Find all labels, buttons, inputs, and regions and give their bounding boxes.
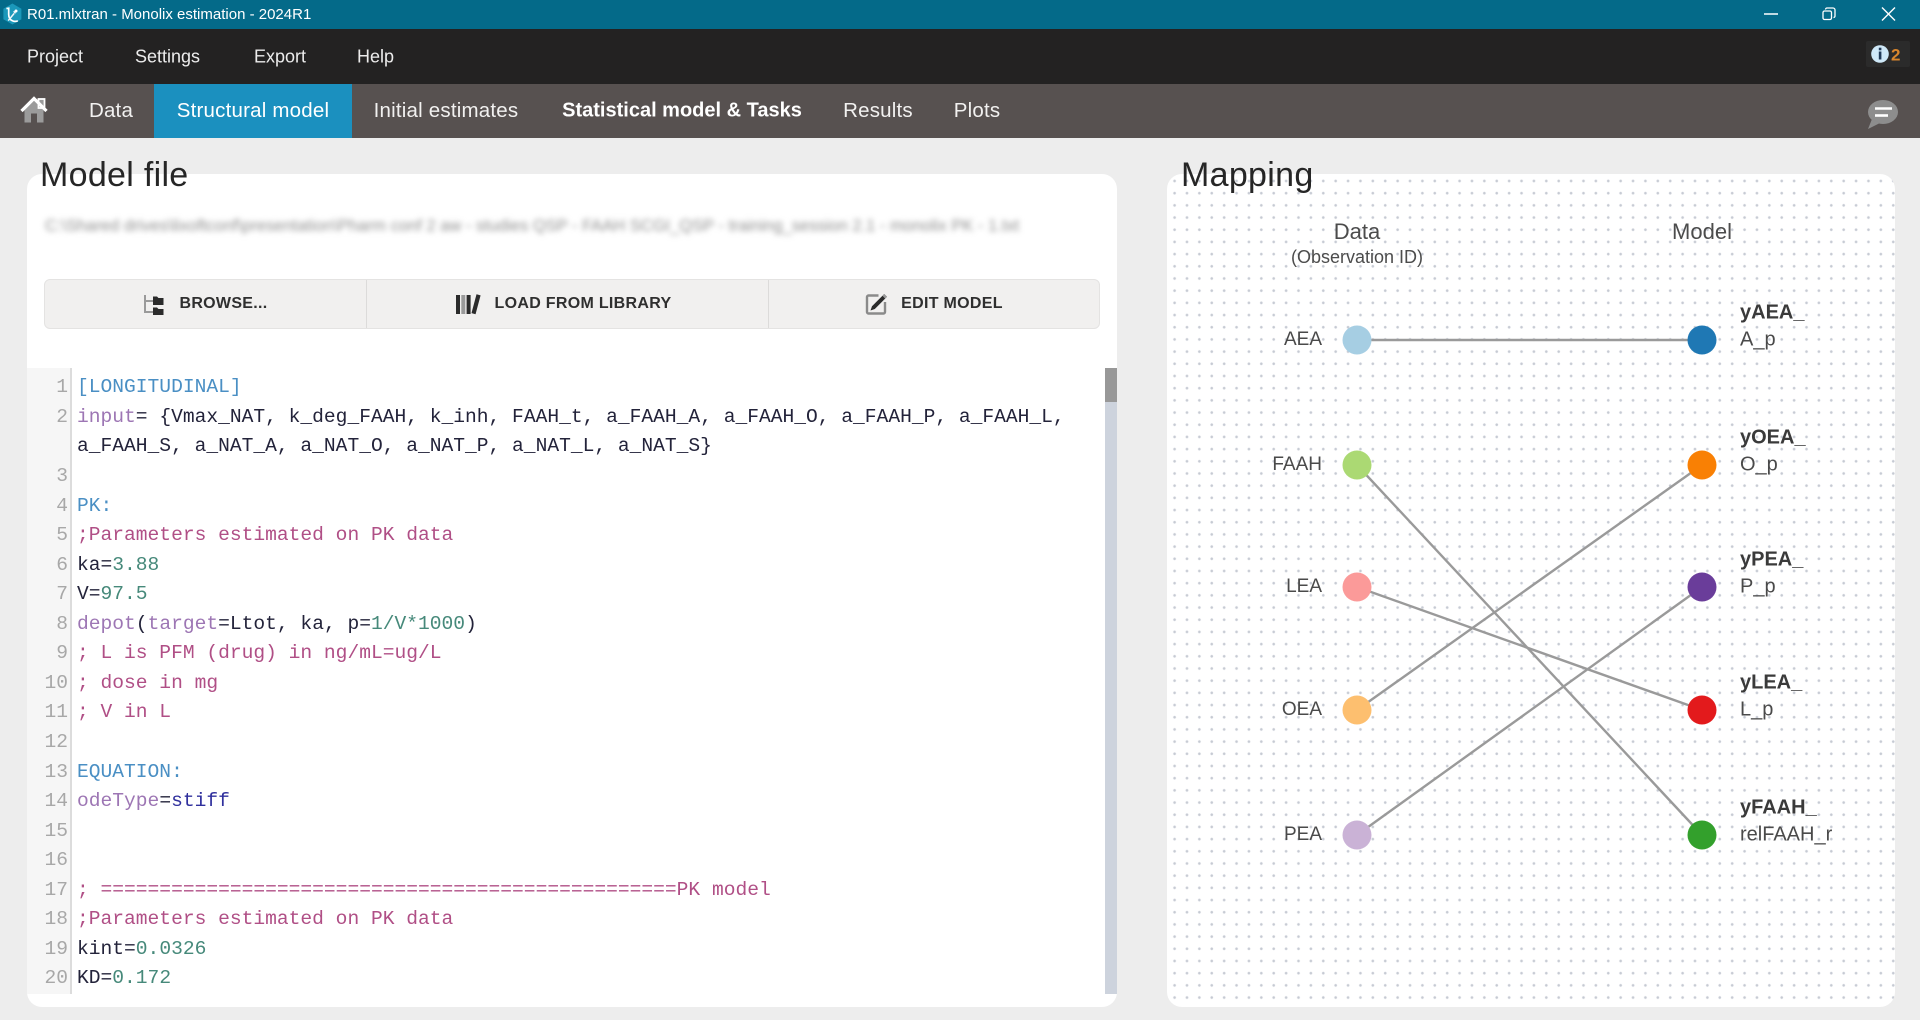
svg-text:2: 2: [1891, 46, 1900, 65]
